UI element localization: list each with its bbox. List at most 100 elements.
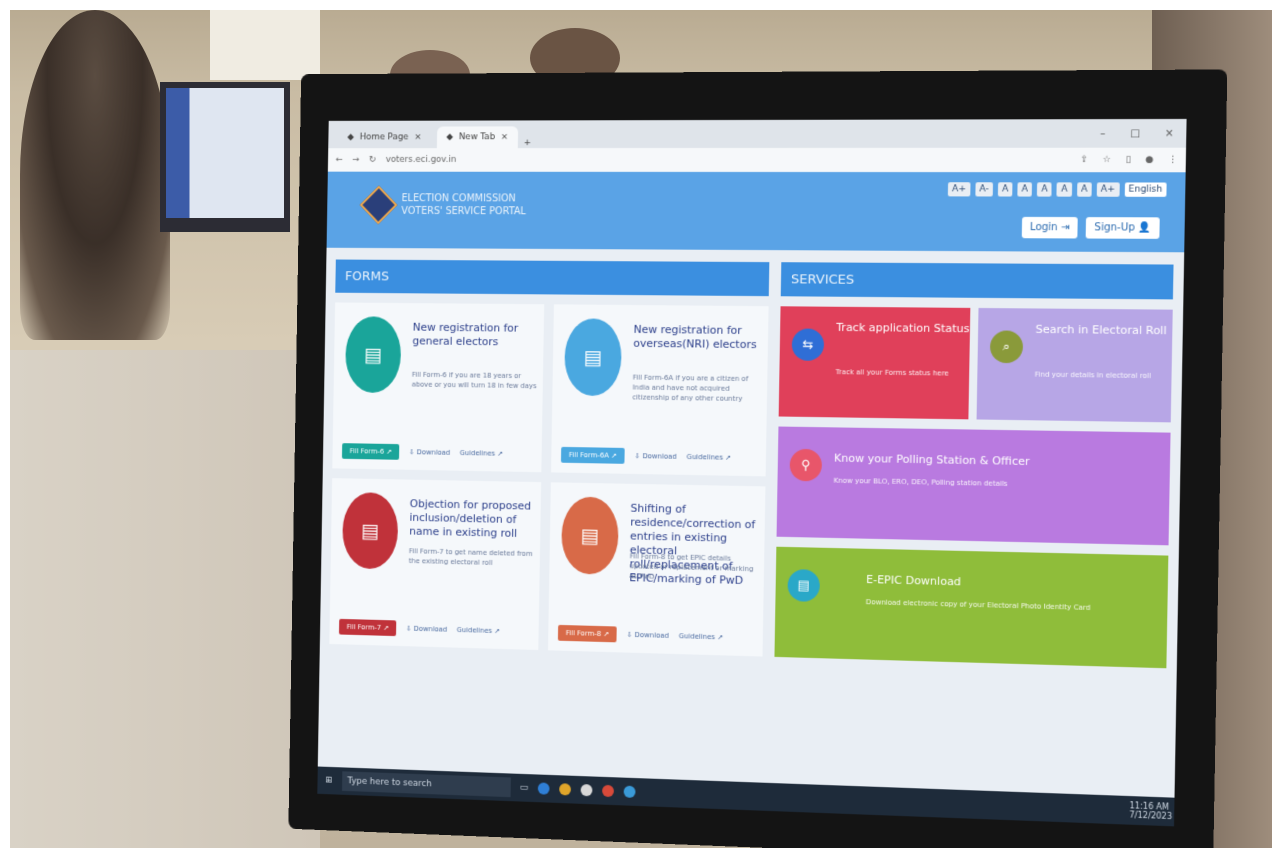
background-window xyxy=(210,10,320,80)
taskbar-search-text: Type here to search xyxy=(347,776,432,790)
eci-logo-icon xyxy=(359,185,398,225)
folder-icon[interactable] xyxy=(559,783,572,796)
download-link[interactable]: ⇩ Download xyxy=(406,625,447,634)
globe-icon: ◆ xyxy=(446,132,454,143)
sidebar-icon[interactable]: ▯ xyxy=(1125,155,1130,165)
logo-line1: ELECTION COMMISSION xyxy=(401,193,516,205)
forward-icon[interactable]: → xyxy=(352,155,359,165)
tab-new[interactable]: ◆ New Tab × xyxy=(436,126,519,149)
apply-form-button[interactable]: Fill Form-8 ↗ xyxy=(557,624,617,643)
search-roll-card[interactable]: ⌕ Search in Electoral Roll Find your det… xyxy=(976,307,1173,423)
guidelines-link[interactable]: Guidelines ↗ xyxy=(460,449,503,458)
font-size-button[interactable]: A xyxy=(997,182,1013,197)
store-icon[interactable] xyxy=(580,783,593,797)
new-tab-button[interactable]: + xyxy=(524,138,531,148)
url-field[interactable]: voters.eci.gov.in xyxy=(386,155,1071,165)
windows-start-icon[interactable]: ⊞ xyxy=(325,776,332,786)
download-link[interactable]: ⇩ Download xyxy=(409,448,450,457)
form-actions: Fill Form-7 ↗ ⇩ Download Guidelines ↗ xyxy=(338,618,500,639)
download-link[interactable]: ⇩ Download xyxy=(627,631,669,640)
form-card: ▤ Shifting of residence/correction of en… xyxy=(547,482,766,657)
minimize-button[interactable]: – xyxy=(1100,128,1105,139)
font-size-controls: A+ A- A A A A A A+ English xyxy=(947,182,1167,197)
login-button[interactable]: Login ⇥ xyxy=(1021,216,1079,239)
monitor-screen: ◆ Home Page × ◆ New Tab × + – □ × ← → ↻ … xyxy=(317,118,1187,827)
form-desc: Fill Form-8 to get EPIC details updated … xyxy=(629,552,754,581)
apply-form-button[interactable]: Fill Form-6 ↗ xyxy=(341,443,400,460)
form-desc: Fill Form-6A if you are a citizen of Ind… xyxy=(632,373,749,403)
font-size-button[interactable]: A- xyxy=(975,182,993,197)
apply-form-button[interactable]: Fill Form-6A ↗ xyxy=(560,446,625,464)
form-title: New registration for general electors xyxy=(412,320,519,349)
form-desc: Fill Form-7 to get name deleted from the… xyxy=(408,547,533,567)
app-icon[interactable] xyxy=(623,785,636,798)
download-link[interactable]: ⇩ Download xyxy=(634,452,676,461)
reload-icon[interactable]: ↻ xyxy=(369,155,376,165)
form-title: Objection for proposed inclusion/deletio… xyxy=(409,497,532,540)
font-size-button[interactable]: A+ xyxy=(947,182,971,197)
form-title: New registration for overseas(NRI) elect… xyxy=(633,322,757,352)
site-logo[interactable]: ELECTION COMMISSION VOTERS' SERVICE PORT… xyxy=(359,185,526,225)
form-card: ▤ Objection for proposed inclusion/delet… xyxy=(329,478,542,651)
service-title: E-EPIC Download xyxy=(866,572,962,589)
edge-icon[interactable] xyxy=(537,782,550,795)
form-desc: Fill Form-6 if you are 18 years or above… xyxy=(411,370,537,391)
form-actions: Fill Form-6A ↗ ⇩ Download Guidelines ↗ xyxy=(560,446,731,466)
card-icon: ▤ xyxy=(787,569,821,602)
polling-station-card[interactable]: ⚲ Know your Polling Station & Officer Kn… xyxy=(776,426,1171,546)
guidelines-link[interactable]: Guidelines ↗ xyxy=(457,626,500,635)
browser-tab-strip: ◆ Home Page × ◆ New Tab × + – □ × xyxy=(328,118,1187,149)
background-wall xyxy=(10,350,320,848)
close-window-button[interactable]: × xyxy=(1165,128,1174,139)
language-select[interactable]: English xyxy=(1124,182,1167,197)
font-size-button[interactable]: A+ xyxy=(1096,182,1120,197)
maximize-button[interactable]: □ xyxy=(1130,128,1140,139)
address-bar: ← → ↻ voters.eci.gov.in ⇪ ☆ ▯ ● ⋮ xyxy=(327,147,1187,173)
service-title: Know your Polling Station & Officer xyxy=(833,451,1030,469)
windows-taskbar: ⊞ Type here to search ▭ 11:16 AM 7/12/20… xyxy=(317,766,1183,827)
epic-download-card[interactable]: ▤ E-EPIC Download Download electronic co… xyxy=(774,546,1169,669)
site-header: ELECTION COMMISSION VOTERS' SERVICE PORT… xyxy=(326,171,1186,253)
tab-home[interactable]: ◆ Home Page × xyxy=(338,127,431,149)
signup-button[interactable]: Sign-Up 👤 xyxy=(1085,217,1160,239)
profile-icon[interactable]: ● xyxy=(1145,155,1153,165)
track-icon: ⇆ xyxy=(791,328,825,361)
background-person xyxy=(20,10,170,340)
font-size-button[interactable]: A xyxy=(1056,182,1072,197)
auth-bar: Login ⇥ Sign-Up 👤 xyxy=(1021,216,1160,239)
service-desc: Track all your Forms status here xyxy=(835,368,949,378)
close-icon[interactable]: × xyxy=(414,132,421,142)
form-card: ▤ New registration for general electors … xyxy=(332,302,545,473)
service-desc: Find your details in electoral roll xyxy=(1034,370,1152,381)
font-size-button[interactable]: A xyxy=(1017,182,1033,197)
guidelines-link[interactable]: Guidelines ↗ xyxy=(679,632,724,641)
service-row: ⇆ Track application Status Track all you… xyxy=(778,306,1173,423)
chrome-icon[interactable] xyxy=(602,784,615,798)
track-application-card[interactable]: ⇆ Track application Status Track all you… xyxy=(778,306,971,420)
clock-date: 7/12/2023 xyxy=(1129,810,1173,822)
font-size-button[interactable]: A xyxy=(1037,182,1052,197)
forms-heading: FORMS xyxy=(335,259,770,297)
form-document-icon: ▤ xyxy=(560,496,619,575)
taskbar-search[interactable]: Type here to search xyxy=(341,771,511,798)
task-view-icon[interactable]: ▭ xyxy=(520,783,528,793)
star-icon[interactable]: ☆ xyxy=(1103,155,1112,165)
share-icon[interactable]: ⇪ xyxy=(1080,155,1088,165)
apply-form-button[interactable]: Fill Form-7 ↗ xyxy=(338,618,397,637)
logo-line2: VOTERS' SERVICE PORTAL xyxy=(401,205,526,218)
forms-grid: ▤ New registration for general electors … xyxy=(329,302,769,657)
form-card: ▤ New registration for overseas(NRI) ele… xyxy=(551,304,769,477)
close-icon[interactable]: × xyxy=(501,132,508,142)
form-document-icon: ▤ xyxy=(564,318,623,397)
back-icon[interactable]: ← xyxy=(336,155,343,165)
form-actions: Fill Form-8 ↗ ⇩ Download Guidelines ↗ xyxy=(557,624,724,646)
photo-scene: ◆ Home Page × ◆ New Tab × + – □ × ← → ↻ … xyxy=(10,10,1272,848)
tab-label: Home Page xyxy=(359,132,409,143)
globe-icon: ◆ xyxy=(347,132,355,143)
menu-icon[interactable]: ⋮ xyxy=(1168,155,1178,165)
font-size-button[interactable]: A xyxy=(1076,182,1092,197)
search-icon: ⌕ xyxy=(989,330,1024,364)
guidelines-link[interactable]: Guidelines ↗ xyxy=(686,453,731,462)
forms-section: FORMS ▤ New registration for general ele… xyxy=(329,259,770,667)
service-title: Search in Electoral Roll xyxy=(1035,322,1167,338)
